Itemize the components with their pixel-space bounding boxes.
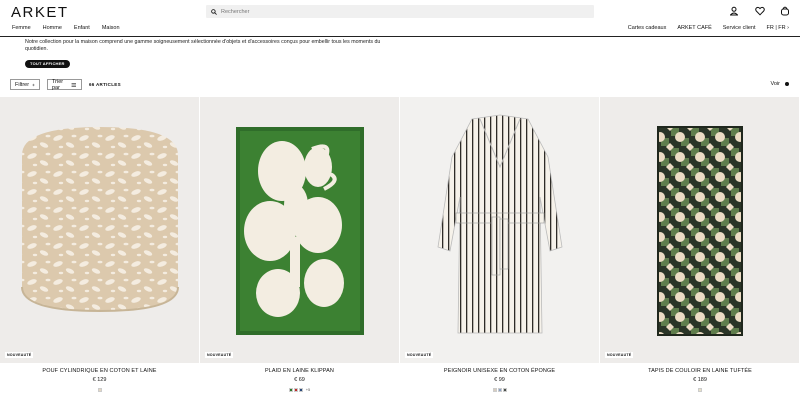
- view-label: Voir: [770, 81, 780, 87]
- pouf-illustration: [21, 127, 179, 313]
- product-name[interactable]: PEIGNOIR UNISEXE EN COTON ÉPONGE: [400, 368, 599, 374]
- more-colors[interactable]: +5: [306, 387, 311, 392]
- plaid-illustration: [236, 127, 364, 335]
- filter-button[interactable]: Filtrer: [10, 79, 40, 90]
- product-name[interactable]: POUF CYLINDRIQUE EN COTON ET LAINE: [0, 368, 199, 374]
- product-card[interactable]: NOUVEAUTÉ TAPIS DE COULOIR EN LAINE TUFT…: [600, 97, 800, 392]
- product-name[interactable]: PLAID EN LAINE KLIPPAN: [200, 368, 399, 374]
- new-badge: NOUVEAUTÉ: [605, 352, 634, 358]
- search-icon: [211, 8, 217, 15]
- nav-item-homme[interactable]: Homme: [43, 25, 62, 31]
- nav-customer-service[interactable]: Service client: [723, 25, 756, 31]
- view-dot-icon: [785, 82, 789, 86]
- product-card[interactable]: NOUVEAUTÉ PEIGNOIR UNISEXE EN COTON ÉPON…: [400, 97, 600, 392]
- product-image-pouf[interactable]: NOUVEAUTÉ: [0, 97, 199, 363]
- product-price: € 99: [494, 377, 505, 383]
- color-swatches: [0, 387, 199, 392]
- sort-label: Trier par: [52, 78, 64, 91]
- article-count: 66 ARTICLES: [89, 82, 121, 87]
- nav-item-maison[interactable]: Maison: [102, 25, 120, 31]
- color-swatch[interactable]: [698, 387, 702, 392]
- product-price: € 129: [92, 377, 107, 383]
- brand-logo[interactable]: ARKET: [11, 4, 69, 21]
- color-swatch[interactable]: [97, 387, 102, 392]
- color-swatch[interactable]: [288, 387, 293, 392]
- view-toggle[interactable]: Voir: [771, 81, 789, 87]
- account-icon[interactable]: [729, 6, 739, 16]
- sort-button[interactable]: Trier par: [47, 78, 82, 91]
- wishlist-icon[interactable]: [755, 6, 765, 16]
- search-input[interactable]: Rechercher: [206, 5, 594, 18]
- locale-selector[interactable]: FR | FR ›: [766, 25, 789, 31]
- color-swatch[interactable]: [293, 387, 298, 392]
- color-swatch[interactable]: [502, 387, 507, 392]
- product-card[interactable]: NOUVEAUTÉ PLAID EN LAINE KLIPPAN € 69 +5: [200, 97, 400, 392]
- secondary-nav: Cartes cadeaux ARKET CAFÉ Service client…: [617, 25, 789, 31]
- nav-item-femme[interactable]: Femme: [12, 25, 31, 31]
- bag-icon[interactable]: [780, 6, 790, 16]
- show-all-button[interactable]: TOUT AFFICHER: [25, 60, 70, 68]
- product-image-robe[interactable]: NOUVEAUTÉ: [400, 97, 599, 363]
- main-nav: Femme Homme Enfant Maison: [12, 25, 132, 31]
- collection-intro: Notre collection pour la maison comprend…: [25, 39, 381, 52]
- product-card[interactable]: NOUVEAUTÉ POUF CYLINDRIQUE EN COTON ET L…: [0, 97, 200, 392]
- filter-label: Filtrer: [15, 81, 30, 88]
- color-swatches: +5: [200, 387, 399, 392]
- color-swatch[interactable]: [492, 387, 497, 392]
- new-badge: NOUVEAUTÉ: [5, 352, 34, 358]
- color-swatches: [600, 387, 800, 392]
- new-badge: NOUVEAUTÉ: [405, 352, 434, 358]
- sort-lines-icon: [71, 82, 77, 87]
- product-price: € 69: [294, 377, 305, 383]
- new-badge: NOUVEAUTÉ: [205, 352, 234, 358]
- color-swatches: [400, 387, 599, 392]
- product-image-runner[interactable]: NOUVEAUTÉ: [600, 97, 799, 363]
- site-header: ARKET Femme Homme Enfant Maison Recherch…: [0, 0, 800, 37]
- product-price: € 189: [693, 377, 707, 383]
- product-name[interactable]: TAPIS DE COULOIR EN LAINE TUFTÉE: [600, 368, 800, 374]
- product-image-plaid[interactable]: NOUVEAUTÉ: [200, 97, 399, 363]
- nav-arket-cafe[interactable]: ARKET CAFÉ: [677, 25, 711, 31]
- color-swatch[interactable]: [497, 387, 502, 392]
- nav-gift-cards[interactable]: Cartes cadeaux: [628, 25, 667, 31]
- robe-illustration: [437, 114, 563, 334]
- search-placeholder: Rechercher: [221, 8, 250, 15]
- runner-illustration: [657, 126, 743, 336]
- nav-item-enfant[interactable]: Enfant: [74, 25, 90, 31]
- color-swatch[interactable]: [298, 387, 303, 392]
- product-grid: NOUVEAUTÉ POUF CYLINDRIQUE EN COTON ET L…: [0, 97, 800, 392]
- plus-icon: [32, 83, 35, 86]
